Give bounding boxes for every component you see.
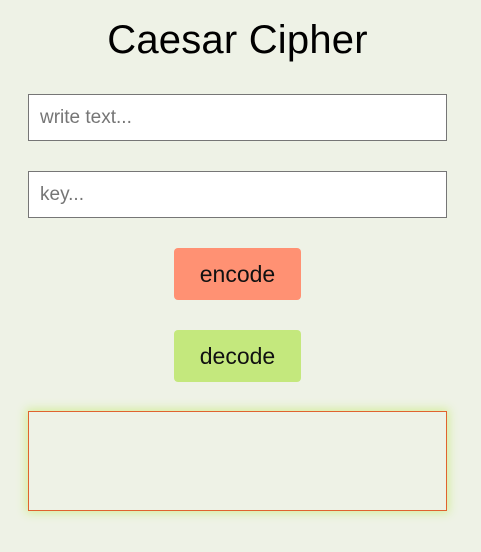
text-input[interactable]	[28, 94, 447, 141]
output-box	[28, 411, 447, 511]
encode-button[interactable]: encode	[174, 248, 301, 300]
decode-button[interactable]: decode	[174, 330, 301, 382]
key-input[interactable]	[28, 171, 447, 218]
page-title: Caesar Cipher	[107, 18, 368, 62]
